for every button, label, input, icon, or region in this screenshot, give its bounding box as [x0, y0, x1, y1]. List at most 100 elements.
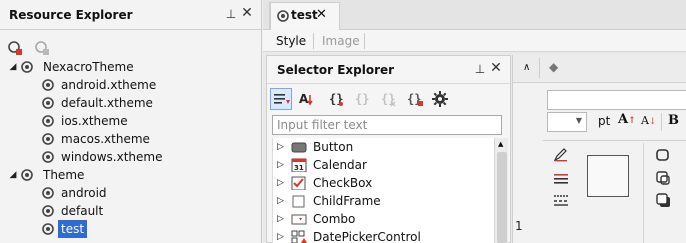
selector-explorer-panel: Selector Explorer ⊥ ✕ A {} {} {} {} Inpu… [266, 55, 511, 243]
chevron-up-icon[interactable]: ∧ [523, 62, 530, 73]
subtab-image[interactable]: Image [322, 34, 360, 48]
childframe-icon [292, 195, 305, 208]
brace-icon: {} [329, 92, 343, 106]
theme-folder-icon [21, 169, 33, 181]
resource-explorer-header: Resource Explorer ⊥ ✕ [0, 0, 262, 30]
expand-arrow-icon[interactable]: ▷ [277, 174, 287, 192]
divider [539, 58, 540, 78]
list-item-label: Button [313, 140, 354, 154]
subtab-divider [364, 33, 365, 49]
tree-item-default-xtheme[interactable]: default.xtheme [61, 94, 153, 112]
sort-list-button[interactable] [270, 88, 292, 110]
expand-arrow-icon[interactable]: ▷ [277, 138, 287, 156]
font-unit-label: pt [598, 114, 611, 128]
filter-input[interactable]: Input filter text [272, 115, 502, 135]
button-icon [291, 142, 307, 153]
sort-alpha-button[interactable]: A [297, 88, 319, 110]
close-icon[interactable]: ✕ [240, 5, 254, 21]
selector-explorer-header: Selector Explorer ⊥ ✕ [267, 56, 510, 84]
tree-item-ios-xtheme[interactable]: ios.xtheme [61, 112, 128, 130]
diamond-icon[interactable]: ◆ [549, 60, 558, 74]
chevron-down-icon[interactable]: ▼ [576, 116, 582, 125]
list-item-label: ChildFrame [313, 194, 381, 208]
panel-title: Selector Explorer [277, 63, 395, 77]
list-item-label: Calendar [313, 158, 367, 172]
xtheme-file-icon [42, 97, 54, 109]
expand-arrow-icon[interactable]: ▷ [277, 210, 287, 228]
border-lines-icon[interactable] [553, 172, 569, 186]
border-dashed-icon[interactable] [553, 193, 569, 207]
radius-icon[interactable] [655, 148, 671, 162]
brace-copy-button[interactable]: {} [403, 88, 425, 110]
tree-item-android-xtheme[interactable]: android.xtheme [61, 76, 156, 94]
shadow-icon[interactable] [655, 170, 671, 186]
expand-arrow-icon[interactable]: ▷ [277, 228, 287, 243]
list-scrollbar[interactable]: ▲ [494, 138, 508, 243]
list-item-label: DatePickerControl [313, 230, 421, 243]
font-shrink-icon[interactable]: A↓ [641, 114, 657, 127]
sort-alpha-icon: A [299, 92, 313, 106]
tree-item-windows-xtheme[interactable]: windows.xtheme [61, 148, 162, 166]
sort-list-icon [274, 94, 290, 104]
font-grow-icon[interactable]: A↑ [618, 112, 636, 127]
collapse-arrow-icon[interactable]: ◢ [8, 170, 18, 180]
brace-remove-button[interactable]: {} [377, 88, 399, 110]
xtheme-file-icon [42, 151, 54, 163]
tree-item-android[interactable]: android [61, 184, 107, 202]
panel-title: Resource Explorer [9, 8, 133, 22]
theme-file-icon [42, 187, 54, 199]
xtheme-file-icon [42, 79, 54, 91]
line-number: 1 [515, 219, 523, 233]
border-preview-box[interactable] [587, 155, 629, 197]
tree-item-default[interactable]: default [61, 202, 103, 220]
scroll-up-arrow-icon[interactable]: ▲ [498, 140, 503, 148]
expand-arrow-icon[interactable]: ▷ [277, 156, 287, 174]
pencil-icon[interactable] [553, 148, 569, 162]
active-tab-close-icon[interactable]: ✕ [316, 7, 327, 22]
theme-folder-icon [21, 61, 33, 73]
checkbox-icon [291, 176, 306, 190]
pin-icon[interactable]: ⊥ [473, 61, 487, 77]
bold-icon[interactable]: B [668, 113, 679, 128]
close-icon[interactable]: ✕ [489, 60, 503, 76]
xtheme-file-icon [42, 133, 54, 145]
theme-file-icon [277, 10, 289, 22]
brace-disabled-button[interactable]: {} [351, 88, 373, 110]
tree-item-test-selected[interactable]: test [58, 220, 88, 238]
scrollbar-thumb[interactable] [497, 152, 507, 243]
active-tab-label[interactable]: test [291, 8, 318, 22]
combo-icon [291, 214, 307, 225]
calendar-icon: 31 [291, 158, 307, 172]
brace-copy-icon: {} [407, 92, 423, 106]
list-item-label: CheckBox [313, 176, 373, 190]
theme-file-icon [42, 223, 54, 235]
gear-icon [432, 91, 448, 107]
subtab-divider [313, 33, 314, 49]
brace-disabled-icon: {} [355, 92, 369, 106]
settings-button[interactable] [429, 88, 451, 110]
subtab-style[interactable]: Style [276, 34, 306, 48]
tab-icon-wrap [276, 9, 290, 26]
font-input[interactable] [547, 90, 686, 110]
tree-item-nexacrotheme[interactable]: NexacroTheme [43, 58, 134, 76]
remove-resource-button[interactable] [33, 37, 51, 55]
divider [661, 113, 662, 131]
brace-button[interactable]: {} [325, 88, 347, 110]
add-resource-button[interactable] [6, 37, 24, 55]
props-header: ∧ ◆ [513, 55, 686, 83]
shadow-alt-icon[interactable] [655, 192, 671, 208]
tree-item-macos-xtheme[interactable]: macos.xtheme [61, 130, 150, 148]
svg-text:A: A [299, 92, 309, 106]
add-resource-icon [8, 41, 22, 55]
divider [643, 143, 644, 243]
selector-toolbar: A {} {} {} {} [267, 85, 510, 111]
selector-list: ▷ Button ▷ 31 Calendar ▷ CheckBox ▷ Chil… [272, 138, 495, 243]
expand-arrow-icon[interactable]: ▷ [277, 192, 287, 210]
tree-item-theme[interactable]: Theme [43, 166, 84, 184]
datepicker-icon [291, 230, 307, 243]
font-size-select[interactable]: ▼ [547, 112, 587, 132]
pin-icon[interactable]: ⊥ [224, 6, 238, 22]
collapse-arrow-icon[interactable]: ◢ [8, 62, 18, 72]
svg-text:{}: {} [355, 92, 369, 106]
svg-text:31: 31 [294, 164, 304, 172]
